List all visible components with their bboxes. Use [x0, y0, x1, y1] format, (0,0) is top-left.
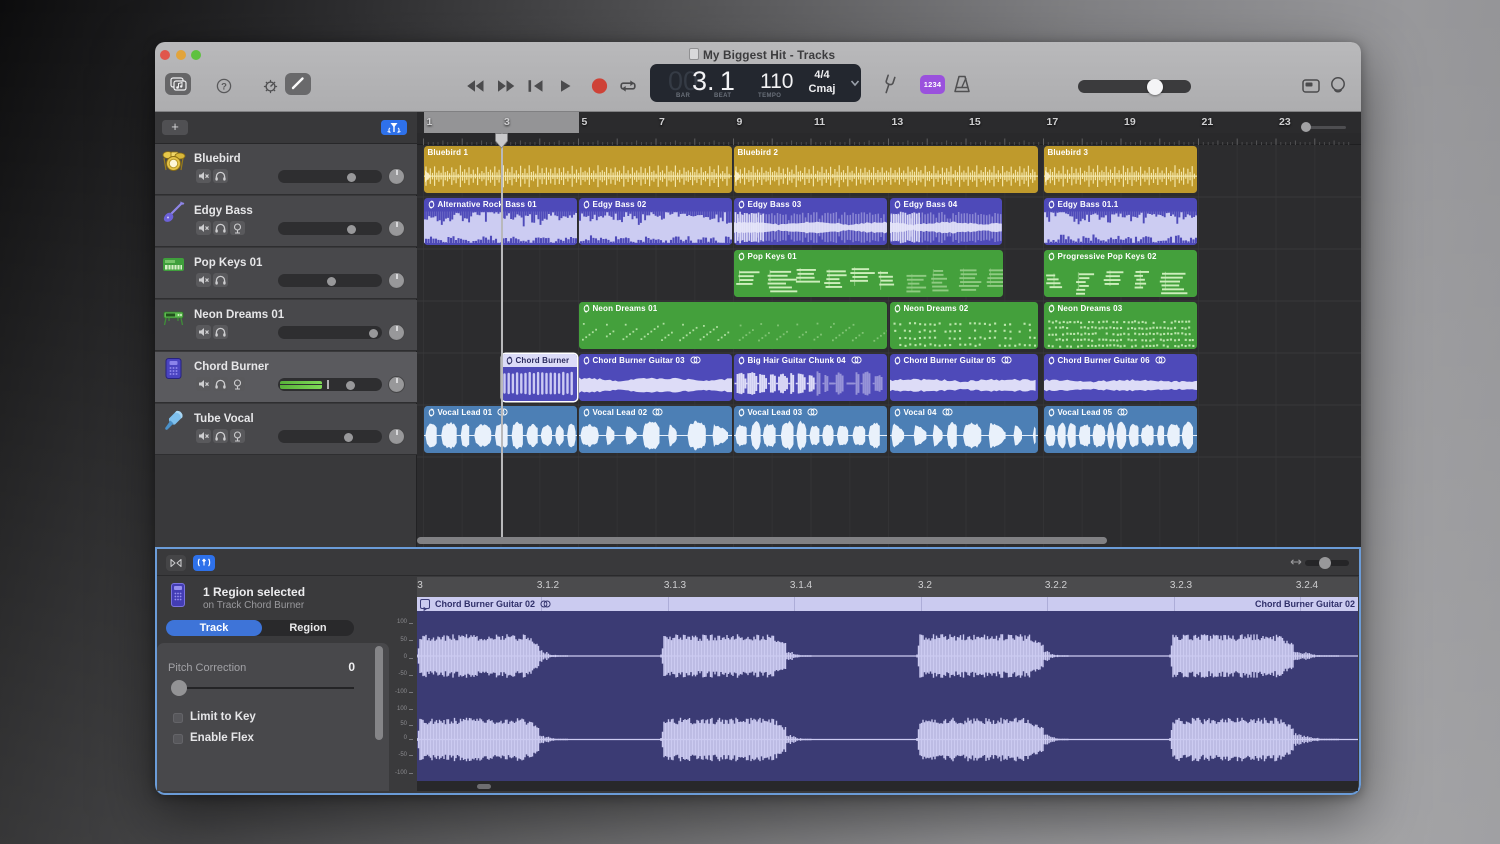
svg-text:?: ?: [221, 81, 227, 92]
